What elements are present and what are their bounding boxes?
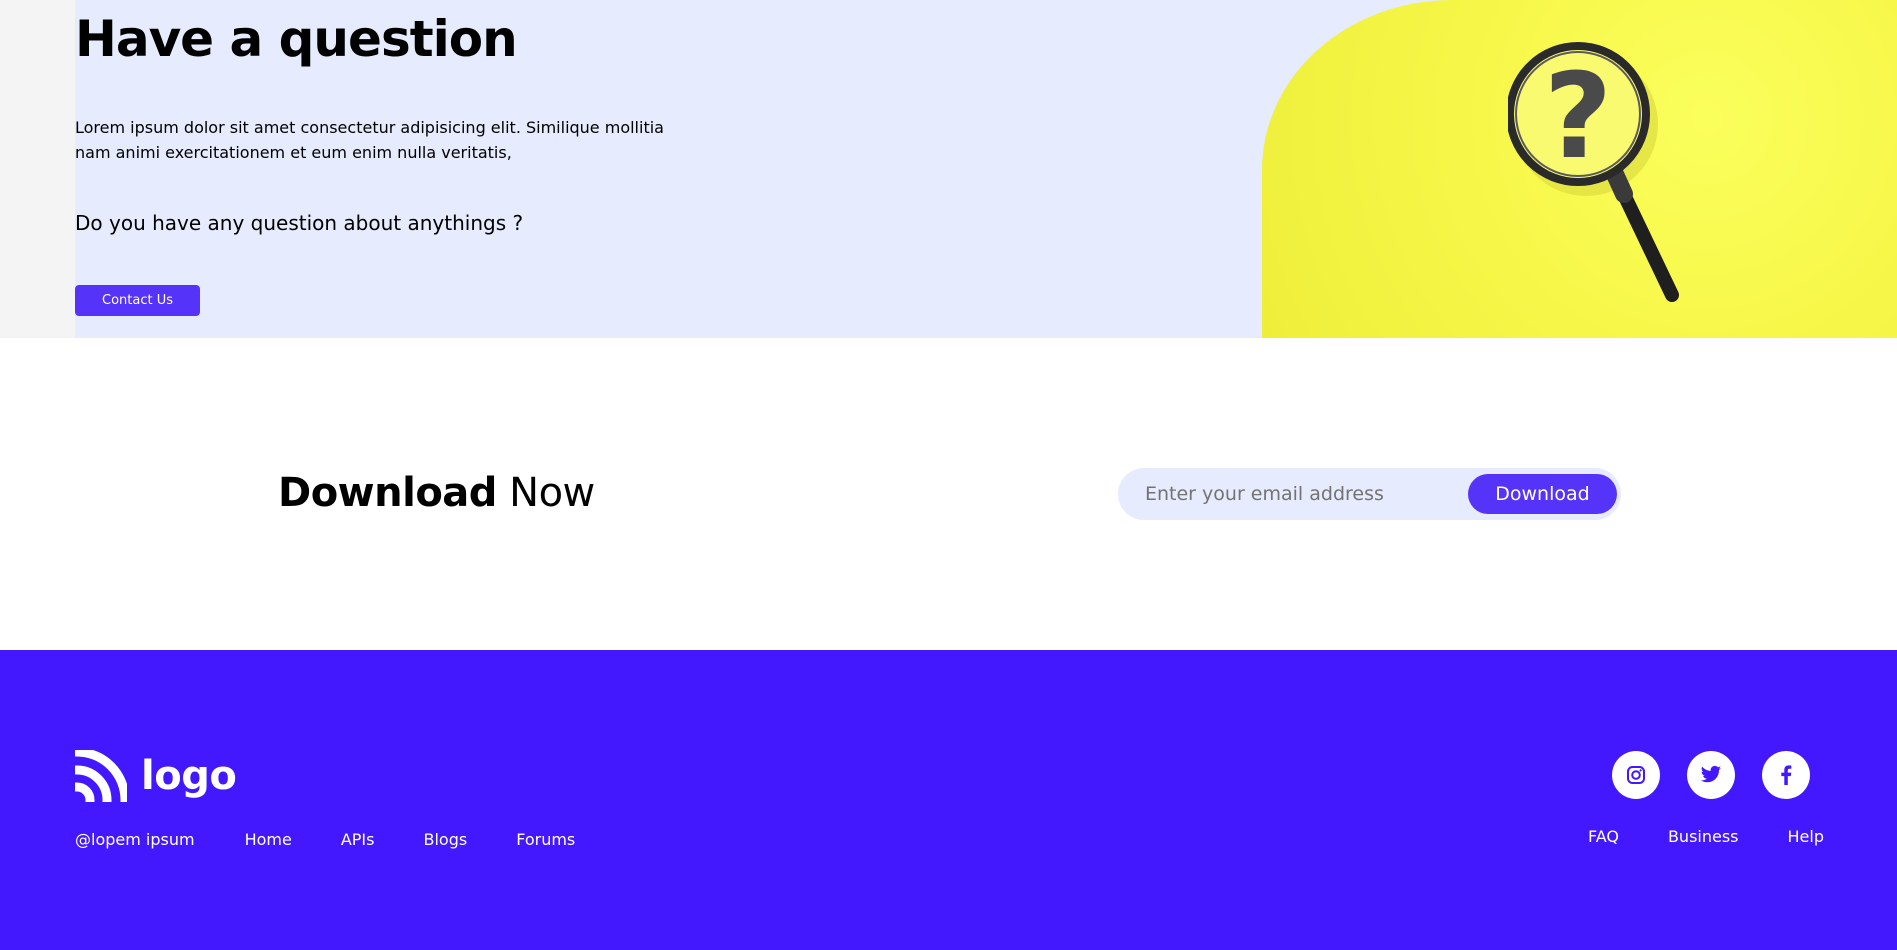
download-title: Download Now bbox=[278, 470, 595, 516]
footer-link-blogs[interactable]: Blogs bbox=[423, 830, 467, 849]
copyright-text: @lopem ipsum bbox=[75, 830, 195, 849]
question-prompt: Do you have any question about anythings… bbox=[75, 211, 524, 235]
footer-link-help[interactable]: Help bbox=[1788, 827, 1824, 846]
footer-help-links: FAQ Business Help bbox=[1539, 827, 1824, 846]
facebook-icon bbox=[1781, 765, 1792, 785]
signal-arcs-logo-icon bbox=[75, 750, 127, 802]
logo-text: logo bbox=[141, 753, 237, 799]
question-title: Have a question bbox=[75, 10, 518, 68]
footer-link-apis[interactable]: APIs bbox=[341, 830, 375, 849]
question-section: Have a question Lorem ipsum dolor sit am… bbox=[0, 0, 1897, 338]
question-description: Lorem ipsum dolor sit amet consectetur a… bbox=[75, 118, 664, 162]
contact-us-button[interactable]: Contact Us bbox=[75, 285, 200, 316]
social-links bbox=[1612, 751, 1810, 799]
download-title-bold: Download bbox=[278, 470, 497, 516]
facebook-button[interactable] bbox=[1762, 751, 1810, 799]
footer-nav: @lopem ipsum Home APIs Blogs Forums bbox=[75, 830, 624, 849]
twitter-icon bbox=[1700, 765, 1722, 783]
email-signup-form: Download bbox=[1118, 468, 1621, 520]
instagram-button[interactable] bbox=[1612, 751, 1660, 799]
footer-link-faq[interactable]: FAQ bbox=[1588, 827, 1619, 846]
footer-link-forums[interactable]: Forums bbox=[516, 830, 575, 849]
question-illustration: ? bbox=[1262, 0, 1897, 338]
site-footer: logo @lopem ipsum Home APIs Blogs Forums bbox=[0, 650, 1897, 950]
left-gutter bbox=[0, 0, 75, 338]
svg-text:?: ? bbox=[1544, 47, 1612, 185]
download-button[interactable]: Download bbox=[1468, 474, 1617, 514]
instagram-icon bbox=[1627, 766, 1645, 784]
footer-link-home[interactable]: Home bbox=[245, 830, 292, 849]
twitter-button[interactable] bbox=[1687, 751, 1735, 799]
footer-logo[interactable]: logo bbox=[75, 750, 237, 802]
email-input[interactable] bbox=[1145, 478, 1385, 510]
footer-link-business[interactable]: Business bbox=[1668, 827, 1739, 846]
download-title-rest: Now bbox=[509, 470, 595, 516]
magnifying-glass-question-icon: ? bbox=[1508, 42, 1679, 302]
